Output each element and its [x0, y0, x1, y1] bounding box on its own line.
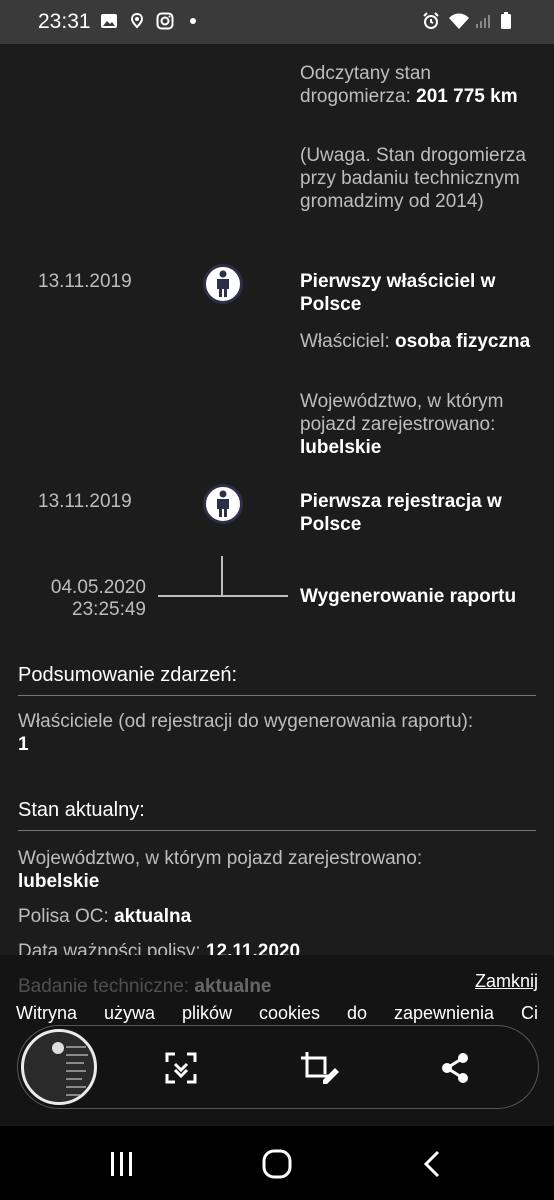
current-state-heading: Stan aktualny:	[18, 799, 536, 831]
current-region-label: Województwo, w którym pojazd zarejestrow…	[18, 848, 423, 869]
location-pin-icon	[128, 12, 146, 30]
region-info: Województwo, w którym pojazd zarejestrow…	[300, 390, 540, 459]
image-icon	[100, 12, 118, 30]
event-date: 13.11.2019	[38, 491, 132, 512]
current-region: Województwo, w którym pojazd zarejestrow…	[18, 847, 543, 893]
person-icon	[203, 264, 243, 304]
region-label: Województwo, w którym pojazd zarejestrow…	[300, 391, 504, 435]
status-bar: 23:31	[0, 0, 554, 44]
policy-label: Polisa OC:	[18, 906, 109, 927]
odometer-label: Odczytany stan drogomierza:	[300, 63, 431, 107]
inspection-label: Badanie techniczne:	[18, 976, 190, 997]
person-icon	[203, 484, 243, 524]
dot-icon	[184, 12, 202, 30]
cookie-close-link[interactable]: Zamknij	[475, 971, 538, 992]
odometer-block: Odczytany stan drogomierza: 201 775 km	[300, 62, 540, 108]
timeline-line	[158, 595, 288, 597]
event-title: Wygenerowanie raportu	[300, 586, 517, 607]
cookie-text: Witryna używa plików cookies do zapewnie…	[16, 1003, 538, 1023]
event-title: Pierwsza rejestracja w Polsce	[300, 491, 502, 535]
crop-edit-icon[interactable]	[299, 1048, 339, 1088]
event-date-time: 23:25:49	[72, 599, 146, 620]
owners-value: 1	[18, 734, 29, 755]
timeline-line	[221, 556, 223, 596]
navigation-bar	[0, 1126, 554, 1200]
scroll-capture-icon[interactable]	[161, 1048, 201, 1088]
region-value: lubelskie	[300, 437, 382, 458]
event-title: Pierwszy właściciel w Polsce	[300, 271, 496, 315]
home-icon[interactable]	[257, 1146, 297, 1182]
owners-summary: Właściciele (od rejestracji do wygenerow…	[18, 710, 543, 756]
signal-icon	[474, 12, 492, 30]
summary-heading: Podsumowanie zdarzeń:	[18, 664, 536, 696]
back-icon[interactable]	[412, 1146, 452, 1182]
screenshot-toolbar	[17, 1025, 539, 1109]
event-date-day: 04.05.2020	[50, 577, 146, 598]
event-date: 13.11.2019	[38, 271, 132, 292]
policy-value: aktualna	[114, 906, 192, 927]
inspection-value: aktualne	[194, 976, 272, 997]
owners-label: Właściciele (od rejestracji do wygenerow…	[18, 711, 474, 732]
odometer-note: (Uwaga. Stan drogomierza przy badaniu te…	[300, 145, 526, 212]
owner-value: osoba fizyczna	[395, 331, 531, 352]
event-date: 04.05.2020 23:25:49	[38, 577, 146, 621]
inspection-status: Badanie techniczne: aktualne	[18, 975, 543, 998]
owner-info: Właściciel: osoba fizyczna	[300, 330, 540, 353]
wifi-icon	[448, 12, 469, 30]
status-time: 23:31	[38, 10, 91, 33]
screenshot-thumbnail[interactable]	[21, 1029, 97, 1105]
odometer-value: 201 775 km	[416, 86, 518, 107]
policy-status: Polisa OC: aktualna	[18, 905, 543, 928]
instagram-icon	[156, 12, 174, 30]
current-region-value: lubelskie	[18, 871, 100, 892]
recent-apps-icon[interactable]	[102, 1146, 142, 1182]
alarm-icon	[422, 12, 440, 30]
share-icon[interactable]	[435, 1048, 475, 1088]
owner-label: Właściciel:	[300, 331, 390, 352]
battery-icon	[500, 12, 518, 30]
